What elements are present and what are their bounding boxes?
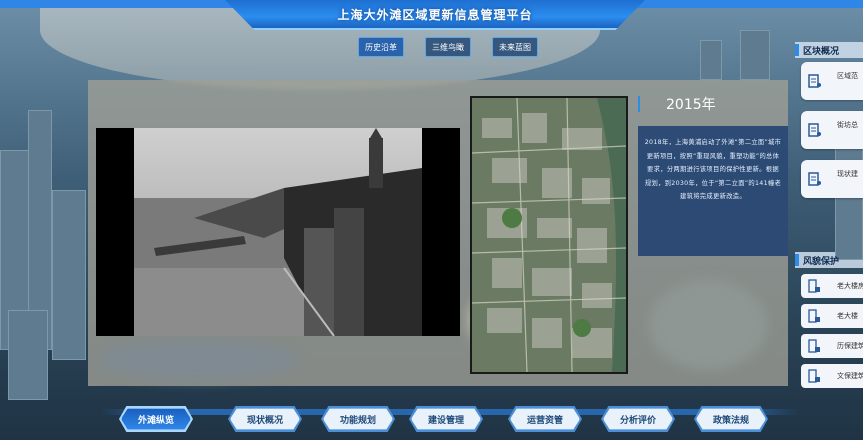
- building-lock-icon: [808, 339, 820, 353]
- timeline-year: 2015年: [666, 97, 716, 113]
- timeline-info: 2015年 2018年，上海黄浦启动了外滩“第二立面”城市更新项目，按照“重现风…: [638, 90, 788, 258]
- nav-status-overview[interactable]: 现状概况: [228, 404, 302, 434]
- building-image: [740, 30, 770, 80]
- year-accent: [638, 96, 640, 112]
- nav-label: 建设管理: [427, 415, 464, 426]
- heritage-item[interactable]: 历保建筑: [801, 334, 863, 358]
- block-item-label: 现状建: [837, 170, 858, 178]
- building-image: [8, 310, 48, 400]
- nav-label: 政策法规: [712, 415, 749, 426]
- block-overview-header: 区块概况: [795, 42, 863, 58]
- building-doc-icon: [808, 123, 821, 137]
- block-item-label: 街坊总: [837, 121, 858, 129]
- bottom-nav: 外滩纵览 现状概况 功能规划 建设管理 运营资管 分析评价 政策法规: [0, 396, 863, 440]
- timeline-description-box: 2018年，上海黄浦启动了外滩“第二立面”城市更新项目，按照“重现风貌，重塑功能…: [638, 126, 788, 256]
- building-lock-icon: [808, 369, 820, 383]
- nav-label: 现状概况: [246, 415, 283, 426]
- nav-function-planning[interactable]: 功能规划: [321, 404, 395, 434]
- building-doc-icon: [808, 172, 821, 186]
- heritage-item[interactable]: 文保建筑: [801, 364, 863, 388]
- tab-future-blueprint[interactable]: 未来蓝图: [492, 37, 538, 57]
- nav-label: 外滩纵览: [137, 415, 174, 426]
- app-header: 上海大外滩区域更新信息管理平台: [225, 0, 645, 30]
- section-accent: [795, 44, 799, 56]
- building-lock-icon: [808, 309, 820, 323]
- tab-3d-aerial[interactable]: 三维鸟瞰: [425, 37, 471, 57]
- block-overview-title: 区块概况: [803, 46, 840, 57]
- nav-analysis-evaluation[interactable]: 分析评价: [601, 404, 675, 434]
- satellite-image: [472, 98, 626, 372]
- heritage-item-label: 历保建筑: [837, 342, 863, 350]
- section-accent: [795, 254, 799, 266]
- nav-operations-assets[interactable]: 运营资管: [508, 404, 582, 434]
- building-image: [52, 190, 86, 360]
- nav-policies-regulations[interactable]: 政策法规: [694, 404, 768, 434]
- header-wing-right: [620, 0, 863, 8]
- heritage-item[interactable]: 老大楼房: [801, 274, 863, 298]
- block-item-area[interactable]: 区域范: [801, 62, 863, 100]
- building-doc-icon: [808, 74, 821, 88]
- heritage-header: 风貌保护: [795, 252, 863, 268]
- header-wing-left: [0, 0, 250, 8]
- nav-label: 运营资管: [526, 415, 563, 426]
- block-item-label: 区域范: [837, 72, 858, 80]
- app-title: 上海大外滩区域更新信息管理平台: [337, 7, 533, 22]
- top-tab-bar: 历史沿革 三维鸟瞰 未来蓝图: [358, 37, 538, 57]
- historical-video[interactable]: [96, 128, 460, 336]
- block-item-buildings[interactable]: 现状建: [801, 160, 863, 198]
- tab-history[interactable]: 历史沿革: [358, 37, 404, 57]
- history-panel: 2015年 2018年，上海黄浦启动了外滩“第二立面”城市更新项目，按照“重现风…: [88, 80, 788, 386]
- nav-label: 分析评价: [619, 415, 656, 426]
- heritage-item-label: 文保建筑: [837, 372, 863, 380]
- nav-bund-overview[interactable]: 外滩纵览: [119, 404, 193, 434]
- satellite-map[interactable]: [470, 96, 628, 374]
- nav-construction-management[interactable]: 建设管理: [409, 404, 483, 434]
- heritage-item[interactable]: 老大楼: [801, 304, 863, 328]
- block-item-blocks[interactable]: 街坊总: [801, 111, 863, 149]
- building-lock-icon: [808, 279, 820, 293]
- building-image: [700, 40, 722, 80]
- heritage-item-label: 老大楼房: [837, 282, 863, 290]
- timeline-description: 2018年，上海黄浦启动了外滩“第二立面”城市更新项目，按照“重现风貌，重塑功能…: [644, 139, 782, 200]
- historical-photo: [134, 128, 422, 336]
- heritage-item-label: 老大楼: [837, 312, 858, 320]
- heritage-title: 风貌保护: [803, 256, 840, 267]
- nav-label: 功能规划: [339, 415, 376, 426]
